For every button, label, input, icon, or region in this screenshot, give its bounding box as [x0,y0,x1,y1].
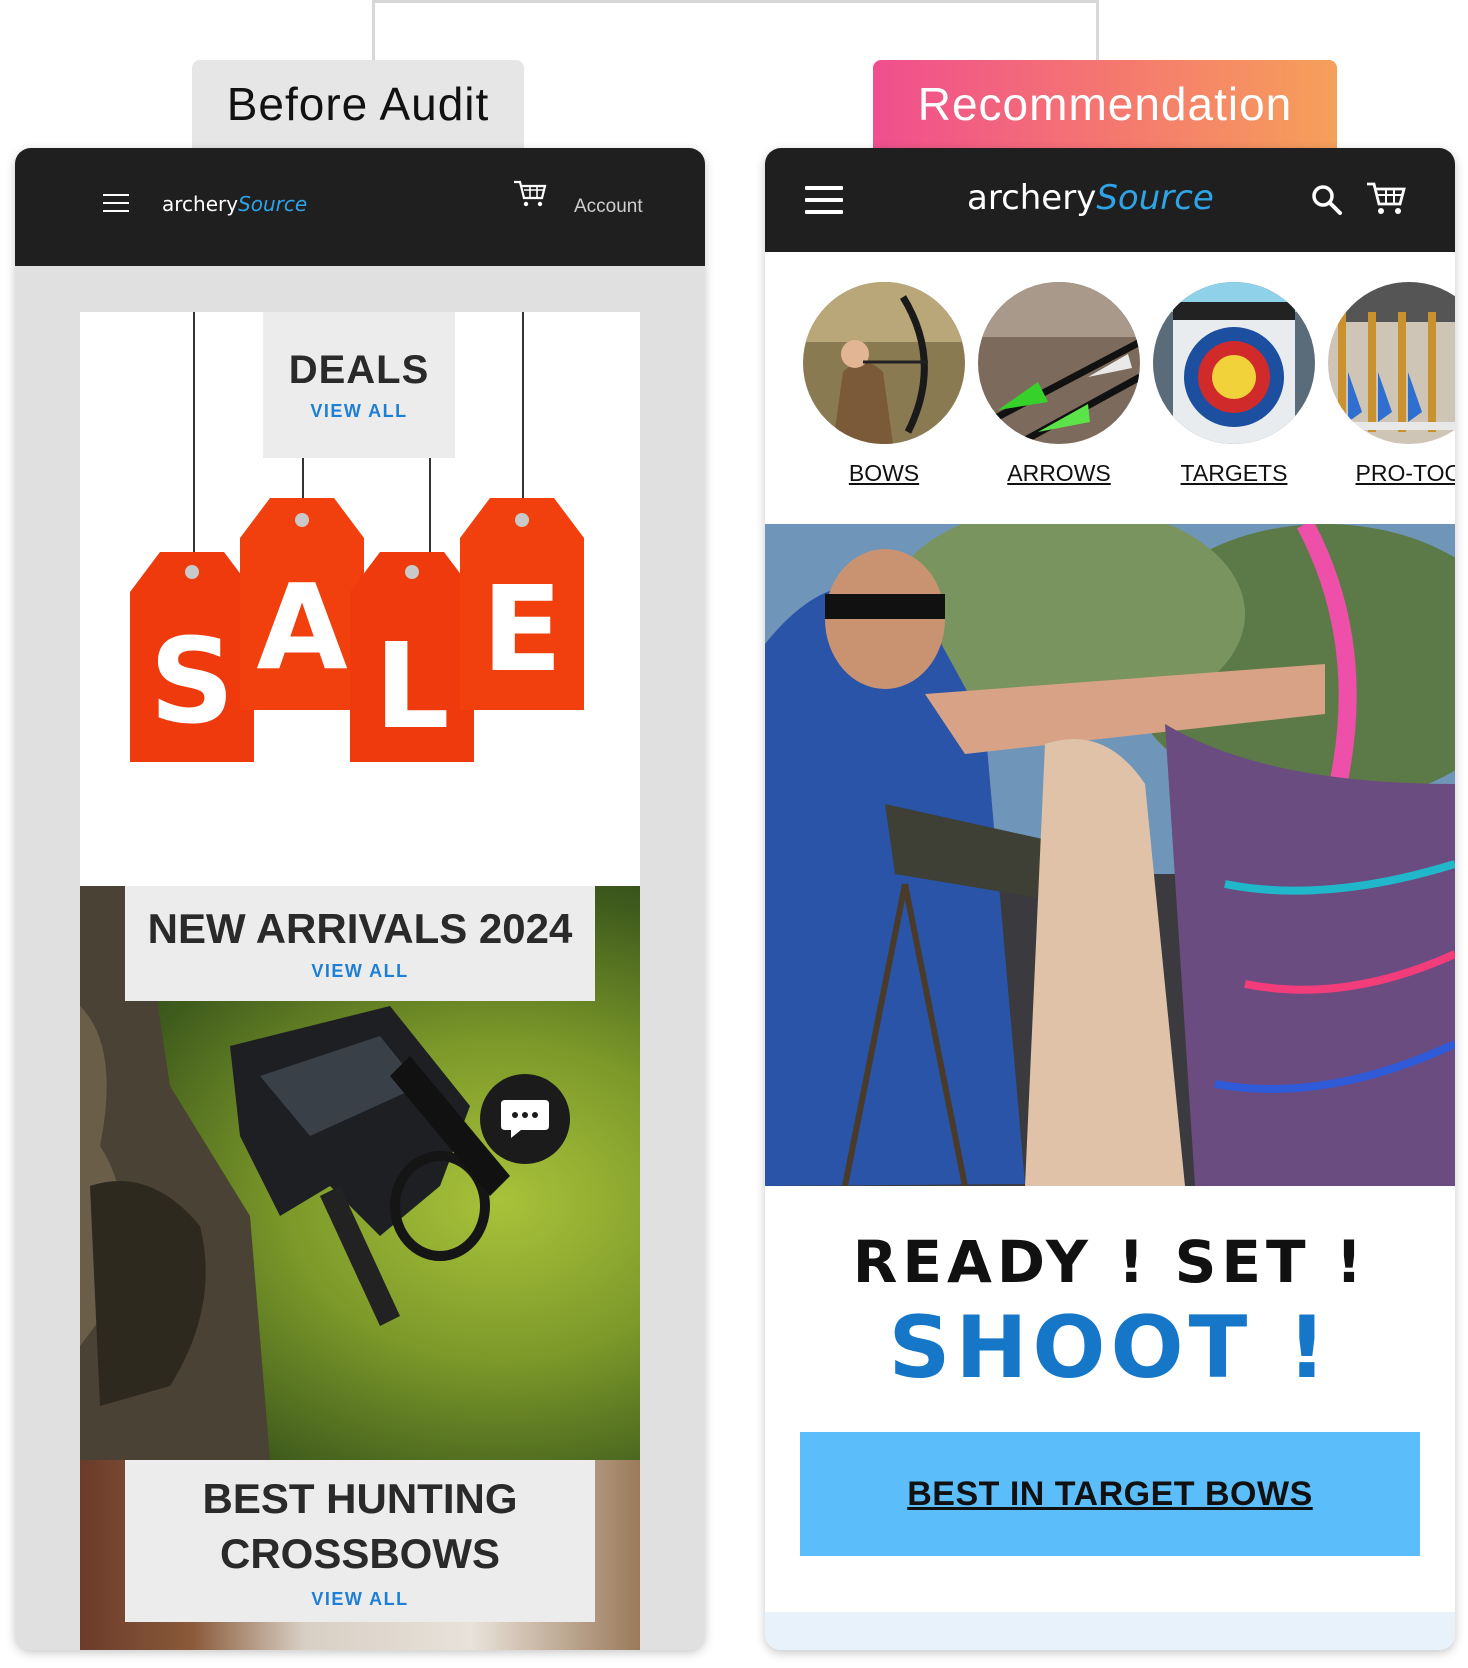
hunting-title-line1: BEST HUNTING [202,1474,518,1522]
new-arrivals-section[interactable]: NEW ARRIVALS 2024 VIEW ALL [80,886,640,1460]
arrows-image [978,282,1140,444]
pro-tools-image [1328,282,1455,444]
category-label: PRO-TOO [1355,460,1455,486]
headline-line1: READY ! SET ! [852,1228,1368,1296]
sale-tag-a: A [240,498,364,710]
view-all-link[interactable]: VIEW ALL [311,1589,408,1610]
sale-letter-e: E [482,560,563,698]
archers-photo [765,524,1455,1186]
site-header: archerySource Account [15,148,705,266]
cart-icon[interactable] [512,178,548,208]
category-label: BOWS [848,460,920,486]
best-in-target-bows-button[interactable]: BEST IN TARGET BOWS [800,1432,1420,1556]
view-all-link[interactable]: VIEW ALL [310,401,407,422]
sale-letter-s: S [150,612,235,750]
bows-image [803,282,965,444]
site-header: archerySource [765,148,1455,252]
deals-section[interactable]: DEALS VIEW ALL S A L E [80,312,640,886]
hero-archery-image[interactable] [765,524,1455,1186]
category-carousel: BOWS ARROWS TARGETS PRO-TOO [765,252,1455,512]
cta-label: BEST IN TARGET BOWS [907,1474,1313,1513]
category-targets[interactable]: TARGETS [1152,282,1316,487]
category-bows[interactable]: BOWS [802,282,966,487]
connector-bracket [372,0,1099,62]
category-arrows[interactable]: ARROWS [977,282,1141,487]
deals-title: DEALS [288,348,430,392]
category-pro-tools[interactable]: PRO-TOO [1327,282,1455,487]
search-icon[interactable] [1311,184,1343,216]
hanging-string [193,312,195,562]
before-audit-label: Before Audit [192,60,524,148]
hunting-crossbows-banner: BEST HUNTING CROSSBOWS VIEW ALL [125,1460,595,1622]
category-label: TARGETS [1180,460,1288,486]
sale-tag-l: L [350,552,474,762]
site-logo[interactable]: archerySource [967,178,1214,218]
new-arrivals-title: NEW ARRIVALS 2024 [147,905,573,952]
view-all-link[interactable]: VIEW ALL [311,961,408,982]
recommendation-phone: archerySource BOWS ARROWS TARGETS PRO-TO… [765,148,1455,1650]
sale-letter-l: L [374,617,449,755]
hamburger-menu-icon[interactable] [103,194,129,216]
category-label: ARROWS [1007,460,1111,486]
recommendation-label: Recommendation [873,60,1337,148]
account-link[interactable]: Account [574,196,643,218]
bottom-strip [765,1612,1455,1650]
chat-icon[interactable] [480,1074,570,1164]
hanging-string [522,312,524,512]
hunting-crossbows-section[interactable]: BEST HUNTING CROSSBOWS VIEW ALL [80,1460,640,1650]
sale-tag-s: S [130,552,254,762]
hamburger-menu-icon[interactable] [805,186,843,214]
content-area: DEALS VIEW ALL S A L E NEW ARRIVALS 2024… [80,312,640,1650]
before-audit-phone: archerySource Account DEALS VIEW ALL S A… [15,148,705,1650]
headline-line2: SHOOT ! [888,1298,1332,1398]
sale-tag-e: E [460,498,584,710]
hunting-title-line2: CROSSBOWS [219,1529,500,1577]
targets-image [1153,282,1315,444]
new-arrivals-banner: NEW ARRIVALS 2024 VIEW ALL [125,886,595,1001]
sale-letter-a: A [256,558,347,696]
site-logo[interactable]: archerySource [162,192,307,217]
deals-banner: DEALS VIEW ALL [263,312,455,458]
headline: READY ! SET ! SHOOT ! [765,1228,1455,1398]
cart-icon[interactable] [1365,180,1407,216]
